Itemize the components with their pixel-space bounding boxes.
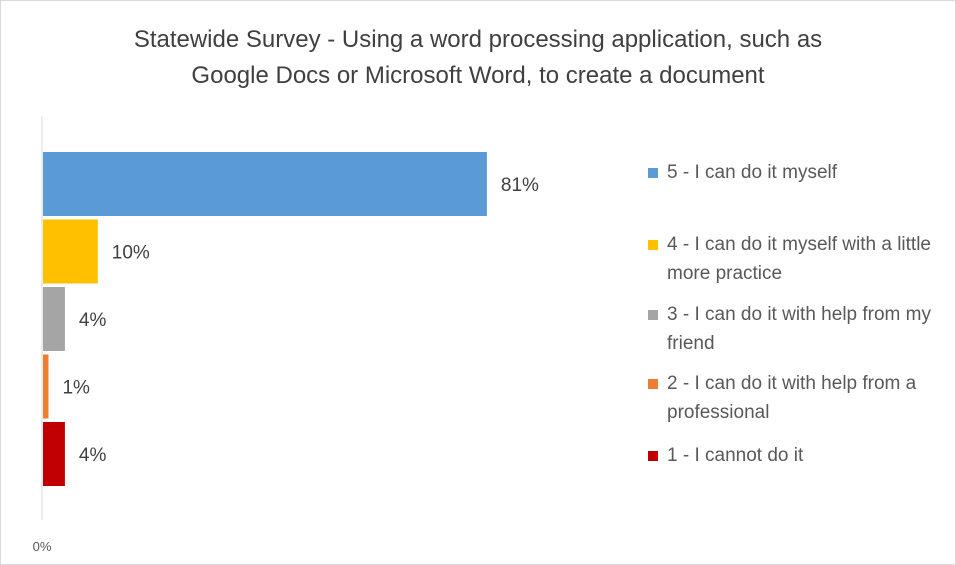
legend-label-2: 4 - I can do it myself with a little mor… (667, 234, 931, 284)
legend-label-3: 3 - I can do it with help from my friend (667, 304, 931, 354)
bar-4 (43, 354, 49, 419)
x-tick-label-1: 0% (33, 539, 52, 554)
legend-swatch-1 (648, 168, 658, 178)
legend-item-1: 5 - I can do it myself (648, 158, 952, 187)
bar-2 (43, 219, 98, 284)
legend-item-2: 4 - I can do it myself with a little mor… (648, 230, 952, 288)
data-label-5: 4% (79, 445, 107, 466)
data-label-3: 4% (79, 310, 107, 331)
bar-5 (43, 422, 65, 486)
legend-swatch-3 (648, 310, 658, 320)
legend-swatch-5 (648, 451, 658, 461)
legend-swatch-2 (648, 240, 658, 250)
legend-item-4: 2 - I can do it with help from a profess… (648, 369, 952, 427)
legend-item-5: 1 - I cannot do it (648, 441, 952, 470)
legend-item-3: 3 - I can do it with help from my friend (648, 300, 952, 358)
data-label-1: 81% (501, 175, 539, 196)
bar-1 (43, 152, 487, 216)
legend-label-1: 5 - I can do it myself (667, 162, 838, 183)
legend-label-5: 1 - I cannot do it (667, 445, 804, 466)
bar-3 (43, 287, 65, 351)
data-label-4: 1% (62, 378, 90, 399)
legend-label-4: 2 - I can do it with help from a profess… (667, 373, 917, 423)
legend-swatch-4 (648, 379, 658, 389)
data-label-2: 10% (112, 243, 150, 264)
